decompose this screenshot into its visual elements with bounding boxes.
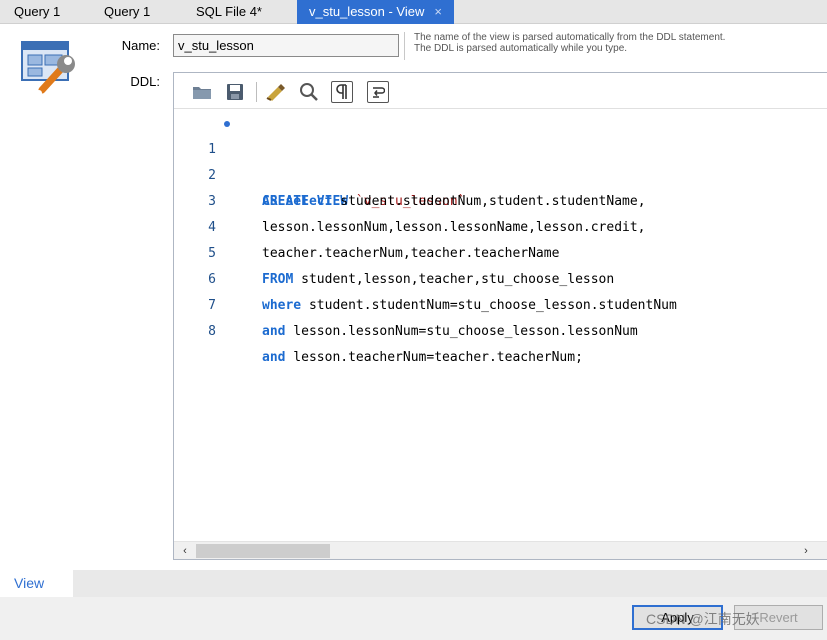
horizontal-scrollbar[interactable]: ‹ › (174, 541, 827, 559)
tab-label: Query 1 (14, 4, 61, 19)
ddl-editor[interactable]: 1 CREATE VIEW `v_stu_lesson` 2 AS select… (173, 72, 827, 560)
tab-view[interactable]: View (0, 570, 73, 597)
folder-open-icon[interactable] (191, 81, 213, 103)
scroll-left-icon[interactable]: ‹ (176, 543, 194, 559)
editor-toolbar (174, 73, 827, 109)
sql-keyword: and (262, 324, 286, 339)
tab-sql-file-4[interactable]: SQL File 4* (184, 0, 274, 24)
code-line: 3 lesson.lessonNum,lesson.lessonName,les… (174, 163, 827, 235)
tab-query-1[interactable]: Query 1 (2, 0, 72, 24)
code-line: 4 teacher.teacherNum,teacher.teacherName (174, 189, 827, 261)
statement-marker-icon (224, 121, 230, 127)
tab-label: v_stu_lesson - View (309, 4, 425, 19)
editor-tab-bar: Query 1 Query 1 SQL File 4* v_stu_lesson… (0, 0, 827, 24)
sql-text: lesson.lessonNum=stu_choose_lesson.lesso… (285, 324, 638, 339)
name-hint-text: The name of the view is parsed automatic… (404, 32, 734, 60)
name-label: Name: (121, 38, 160, 53)
scroll-right-icon[interactable]: › (797, 543, 815, 559)
ddl-label: DDL: (130, 74, 160, 89)
sql-text: lesson.teacherNum=teacher.teacherNum; (285, 350, 583, 365)
search-replace-icon[interactable] (298, 81, 320, 103)
code-line: 5 FROM student,lesson,teacher,stu_choose… (174, 215, 827, 287)
save-icon[interactable] (224, 81, 246, 103)
view-name-input[interactable] (173, 34, 399, 57)
tab-view-editor[interactable]: v_stu_lesson - View × (297, 0, 454, 24)
tab-query-1-second[interactable]: Query 1 (92, 0, 162, 24)
beautify-brush-icon[interactable] (265, 81, 287, 103)
close-icon[interactable]: × (434, 4, 442, 19)
code-line: 1 CREATE VIEW `v_stu_lesson` (174, 111, 827, 209)
code-line: 8 and lesson.teacherNum=teacher.teacherN… (174, 293, 827, 365)
toggle-invisible-chars-icon[interactable] (331, 81, 353, 103)
view-wrench-icon (20, 40, 84, 100)
code-line: 6 where student.studentNum=stu_choose_le… (174, 241, 827, 313)
code-line: 7 and lesson.lessonNum=stu_choose_lesson… (174, 267, 827, 339)
code-line: 2 AS select student.studentNum,student.s… (174, 137, 827, 209)
tab-label: SQL File 4* (196, 4, 262, 19)
tab-label: Query 1 (104, 4, 151, 19)
bottom-tab-strip (0, 570, 827, 597)
watermark-text: CSDN @江南无妖 (646, 611, 760, 627)
scrollbar-thumb[interactable] (196, 544, 330, 558)
line-number: 8 (208, 324, 216, 339)
sql-keyword: and (262, 350, 286, 365)
word-wrap-icon[interactable] (367, 81, 389, 103)
toolbar-separator (256, 82, 257, 102)
